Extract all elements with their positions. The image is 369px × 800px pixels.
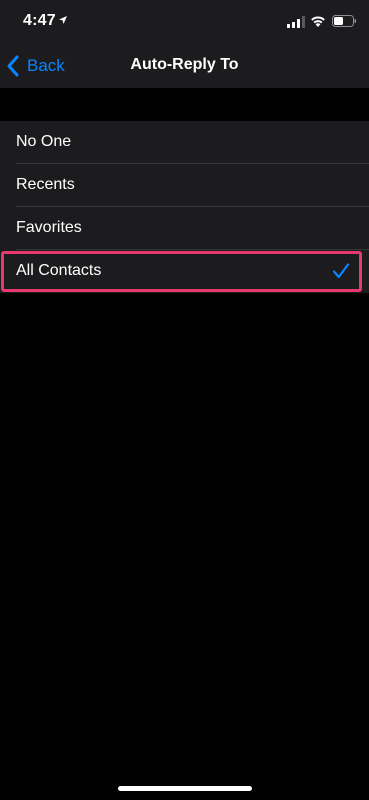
status-bar: 4:47 (0, 0, 369, 44)
option-label: No One (16, 133, 72, 150)
option-no-one[interactable]: No One (0, 121, 369, 164)
option-recents[interactable]: Recents (0, 164, 369, 207)
home-indicator[interactable] (118, 786, 252, 791)
option-label: Favorites (16, 219, 82, 236)
location-arrow-icon (59, 16, 67, 24)
option-favorites[interactable]: Favorites (0, 207, 369, 250)
cellular-signal-icon (287, 16, 305, 28)
navigation-bar: Back Auto-Reply To (0, 44, 369, 88)
wifi-icon (311, 16, 325, 27)
page-title: Auto-Reply To (130, 56, 239, 73)
option-label: Recents (16, 176, 75, 193)
battery-icon (332, 15, 356, 27)
status-time: 4:47 (23, 12, 56, 29)
selection-highlight-box (1, 251, 362, 292)
